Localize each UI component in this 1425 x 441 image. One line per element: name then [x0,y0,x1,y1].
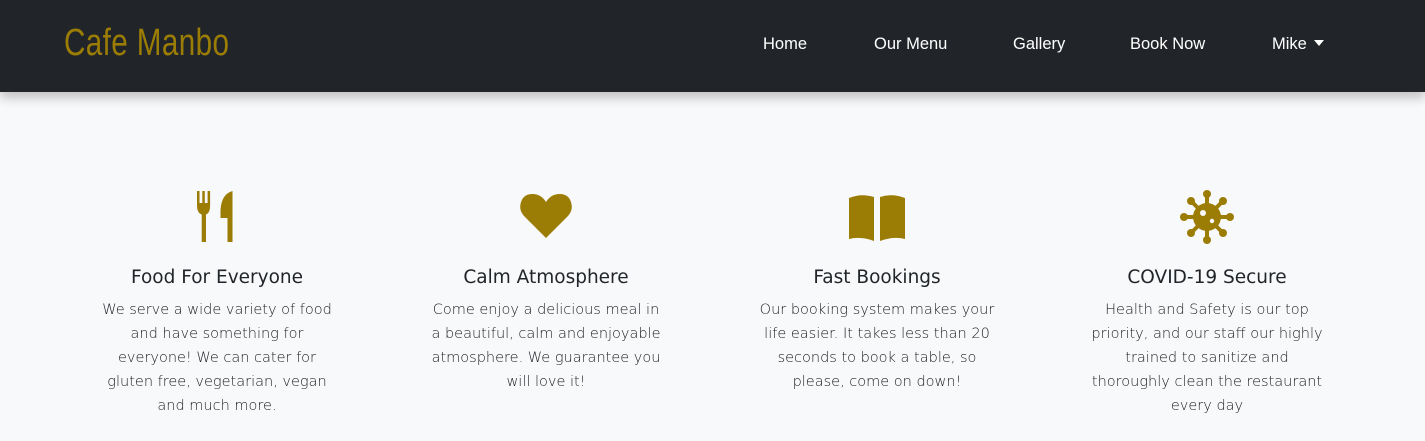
feature-title: Calm Atmosphere [463,267,629,288]
virus-icon [1087,188,1327,246]
book-open-icon [757,188,997,246]
feature-title: Fast Bookings [813,267,941,288]
user-name: Mike [1272,35,1307,53]
navbar: Cafe Manbo Home Our Menu Gallery Book No… [0,0,1425,92]
nav-link-our-menu[interactable]: Our Menu [874,35,947,54]
utensils-icon [97,188,337,246]
nav-link-gallery[interactable]: Gallery [1013,35,1065,54]
feature-title: Food For Everyone [130,267,304,288]
feature-atmosphere: Calm Atmosphere Come enjoy a delicious m… [426,188,666,394]
feature-bookings: Fast Bookings Our booking system makes y… [757,188,997,394]
heart-icon [426,188,666,246]
nav-link-home[interactable]: Home [763,35,807,54]
user-dropdown-toggle[interactable]: Mike [1272,35,1324,54]
caret-down-icon [1313,40,1324,46]
brand-logo-link[interactable]: Cafe Manbo [64,22,229,65]
nav-link-book-now[interactable]: Book Now [1130,35,1205,54]
feature-text: We serve a wide variety of food and have… [102,302,332,414]
feature-title: COVID-19 Secure [1127,267,1287,288]
feature-text: Health and Safety is our top priority, a… [1091,302,1323,414]
feature-text: Our booking system makes your life easie… [759,302,995,390]
feature-food: Food For Everyone We serve a wide variet… [97,188,337,418]
feature-covid: COVID-19 Secure Health and Safety is our… [1087,188,1327,418]
feature-text: Come enjoy a delicious meal in a beautif… [431,302,661,390]
